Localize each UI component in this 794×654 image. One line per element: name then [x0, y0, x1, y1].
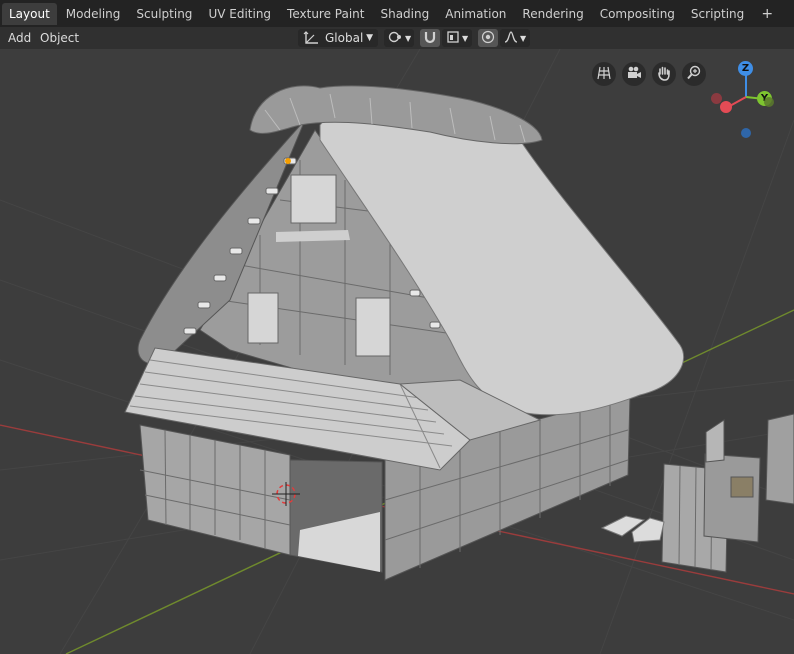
- tab-rendering[interactable]: Rendering: [515, 3, 590, 25]
- snap-toggle[interactable]: [420, 29, 440, 47]
- tab-layout[interactable]: Layout: [2, 2, 57, 25]
- pivot-icon: [388, 30, 404, 47]
- gizmo-negative-z[interactable]: [741, 128, 751, 138]
- camera-view-button[interactable]: [622, 62, 646, 86]
- pan-view-button[interactable]: [652, 62, 676, 86]
- viewport-scene: [0, 49, 794, 654]
- tab-scripting[interactable]: Scripting: [684, 3, 751, 25]
- tab-sculpting[interactable]: Sculpting: [129, 3, 199, 25]
- magnet-icon: [423, 30, 437, 47]
- tab-compositing[interactable]: Compositing: [593, 3, 682, 25]
- right-window: [355, 297, 391, 357]
- chevron-down-icon: ▼: [405, 33, 412, 43]
- tab-shading[interactable]: Shading: [373, 3, 436, 25]
- navigation-gizmo[interactable]: Z Y: [706, 57, 788, 145]
- active-object-origin: [285, 158, 291, 164]
- proportional-falloff-dropdown[interactable]: ▼: [500, 29, 530, 47]
- left-window: [247, 292, 279, 344]
- chevron-down-icon: ▼: [462, 33, 469, 43]
- add-workspace-button[interactable]: +: [757, 4, 777, 24]
- transform-orientation-dropdown[interactable]: Global ▼: [298, 29, 378, 47]
- zoom-icon: [686, 65, 702, 84]
- tab-animation[interactable]: Animation: [438, 3, 513, 25]
- camera-icon: [626, 65, 642, 84]
- chevron-down-icon: ▼: [366, 33, 373, 43]
- upper-window: [290, 174, 337, 224]
- loose-wall-panel-4: [765, 413, 794, 505]
- loose-wall-panel-2: [703, 453, 761, 543]
- zoom-view-button[interactable]: [682, 62, 706, 86]
- gizmo-z-axis[interactable]: Z: [738, 61, 753, 76]
- viewport-header: Add Object Global ▼ ▼ ▼ ▼: [0, 27, 794, 49]
- loose-wall-panel-3: [705, 419, 725, 463]
- gizmo-negative-x[interactable]: [711, 93, 722, 104]
- falloff-curve-icon: [504, 30, 518, 47]
- add-menu[interactable]: Add: [2, 29, 37, 47]
- lattice-window: [730, 476, 754, 498]
- workspace-tab-bar: Layout Modeling Sculpting UV Editing Tex…: [0, 0, 794, 27]
- 3d-viewport[interactable]: Z Y: [0, 49, 794, 654]
- snap-increment-icon: [446, 30, 460, 47]
- orientation-axes-icon: [303, 30, 321, 46]
- proportional-editing-icon: [481, 30, 495, 47]
- chevron-down-icon: ▼: [520, 33, 527, 43]
- pivot-point-dropdown[interactable]: ▼: [384, 29, 414, 47]
- gizmo-x-axis[interactable]: [720, 101, 732, 113]
- tab-texture-paint[interactable]: Texture Paint: [280, 3, 371, 25]
- object-menu[interactable]: Object: [34, 29, 85, 47]
- window-sill: [276, 230, 350, 242]
- toggle-view-grid-button[interactable]: [592, 62, 616, 86]
- tab-uv-editing[interactable]: UV Editing: [201, 3, 278, 25]
- hand-pan-icon: [656, 65, 672, 84]
- tab-modeling[interactable]: Modeling: [59, 3, 128, 25]
- grid-view-icon: [596, 65, 612, 84]
- proportional-editing-toggle[interactable]: [478, 29, 498, 47]
- gizmo-negative-y[interactable]: [764, 97, 774, 107]
- snap-target-dropdown[interactable]: ▼: [442, 29, 472, 47]
- orientation-label: Global: [325, 31, 364, 45]
